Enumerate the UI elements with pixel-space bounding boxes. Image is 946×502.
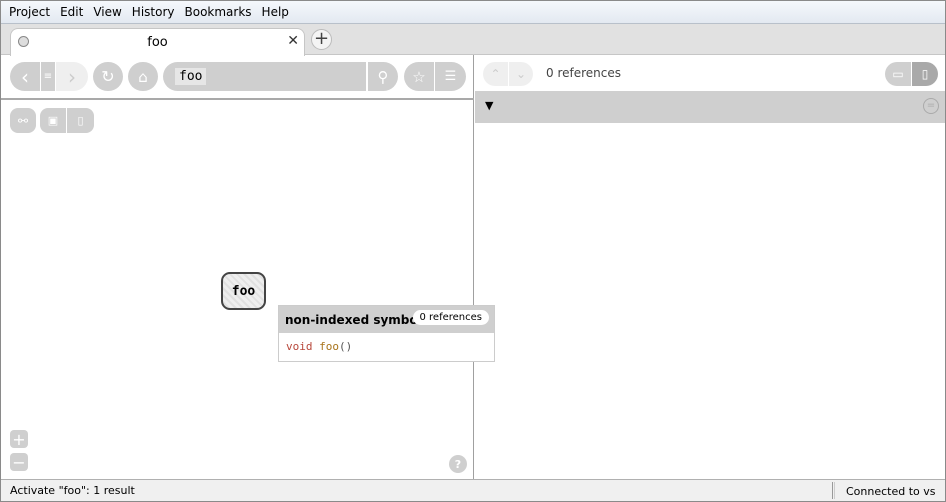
zoom-out-button[interactable]: − — [10, 453, 28, 472]
connection-status: Connected to vs — [846, 485, 936, 498]
bookmark-button[interactable]: ☆ — [404, 62, 434, 91]
code-keyword: void — [286, 340, 313, 353]
help-button[interactable]: ? — [449, 455, 467, 473]
code-view-button[interactable]: ▣ — [40, 108, 66, 133]
new-tab-button[interactable]: + — [311, 29, 332, 50]
menu-view[interactable]: View — [88, 5, 126, 19]
file-menu-icon[interactable]: = — [923, 98, 939, 114]
graph-view-button[interactable]: ⚯ — [10, 108, 36, 133]
code-name: foo — [319, 340, 339, 353]
menu-edit[interactable]: Edit — [55, 5, 88, 19]
tooltip-code: void foo() — [279, 333, 494, 360]
forward-button[interactable]: › — [56, 62, 88, 91]
tab-foo[interactable]: foo ✕ — [10, 28, 305, 56]
close-tab-icon[interactable]: ✕ — [287, 33, 299, 49]
reference-count: 0 references — [546, 66, 621, 80]
back-button[interactable]: ‹ — [10, 62, 40, 91]
refresh-button[interactable]: ↻ — [93, 62, 123, 91]
menu-help[interactable]: Help — [257, 5, 294, 19]
file-mode-button[interactable]: ▯ — [912, 62, 938, 86]
home-button[interactable]: ⌂ — [128, 62, 158, 91]
navigation-toolbar: ‹ ≡ › ↻ ⌂ foo ⚲ ☆ ☰ — [1, 55, 474, 100]
collapse-triangle-icon[interactable]: ▼ — [485, 99, 493, 112]
previous-reference-button[interactable]: ⌃ — [483, 62, 508, 86]
zoom-in-button[interactable]: + — [10, 430, 28, 449]
menu-history[interactable]: History — [127, 5, 180, 19]
graph-panel: ‹ ≡ › ↻ ⌂ foo ⚲ ☆ ☰ ⚯ ▣ ▯ foo non-indexe… — [1, 55, 495, 479]
menu-bar: Project Edit View History Bookmarks Help — [1, 1, 945, 24]
file-header: ▼ = — [475, 91, 945, 123]
status-bar: Activate "foo": 1 result Connected to vs — [1, 479, 945, 501]
tooltip-title: non-indexed symbol — [285, 312, 422, 327]
code-parens: () — [339, 340, 353, 353]
search-field[interactable]: foo — [163, 62, 366, 91]
menu-project[interactable]: Project — [4, 5, 55, 19]
next-reference-button[interactable]: ⌄ — [509, 62, 533, 86]
search-query-token: foo — [175, 68, 207, 85]
search-button[interactable]: ⚲ — [368, 62, 398, 91]
file-view-button[interactable]: ▯ — [67, 108, 94, 133]
status-message: Activate "foo": 1 result — [10, 484, 135, 497]
code-panel: ⌃ ⌄ 0 references ▭ ▯ ▼ = — [475, 55, 945, 479]
tab-bar: foo ✕ + — [1, 24, 945, 56]
status-divider — [832, 482, 835, 499]
menu-bookmarks[interactable]: Bookmarks — [180, 5, 257, 19]
history-list-button[interactable]: ≡ — [41, 62, 55, 91]
snippet-mode-button[interactable]: ▭ — [885, 62, 911, 86]
graph-node-foo[interactable]: foo — [221, 272, 266, 310]
symbol-tooltip: non-indexed symbol 0 references void foo(… — [278, 305, 495, 362]
tab-title: foo — [147, 35, 168, 50]
bookmark-manager-button[interactable]: ☰ — [435, 62, 466, 91]
